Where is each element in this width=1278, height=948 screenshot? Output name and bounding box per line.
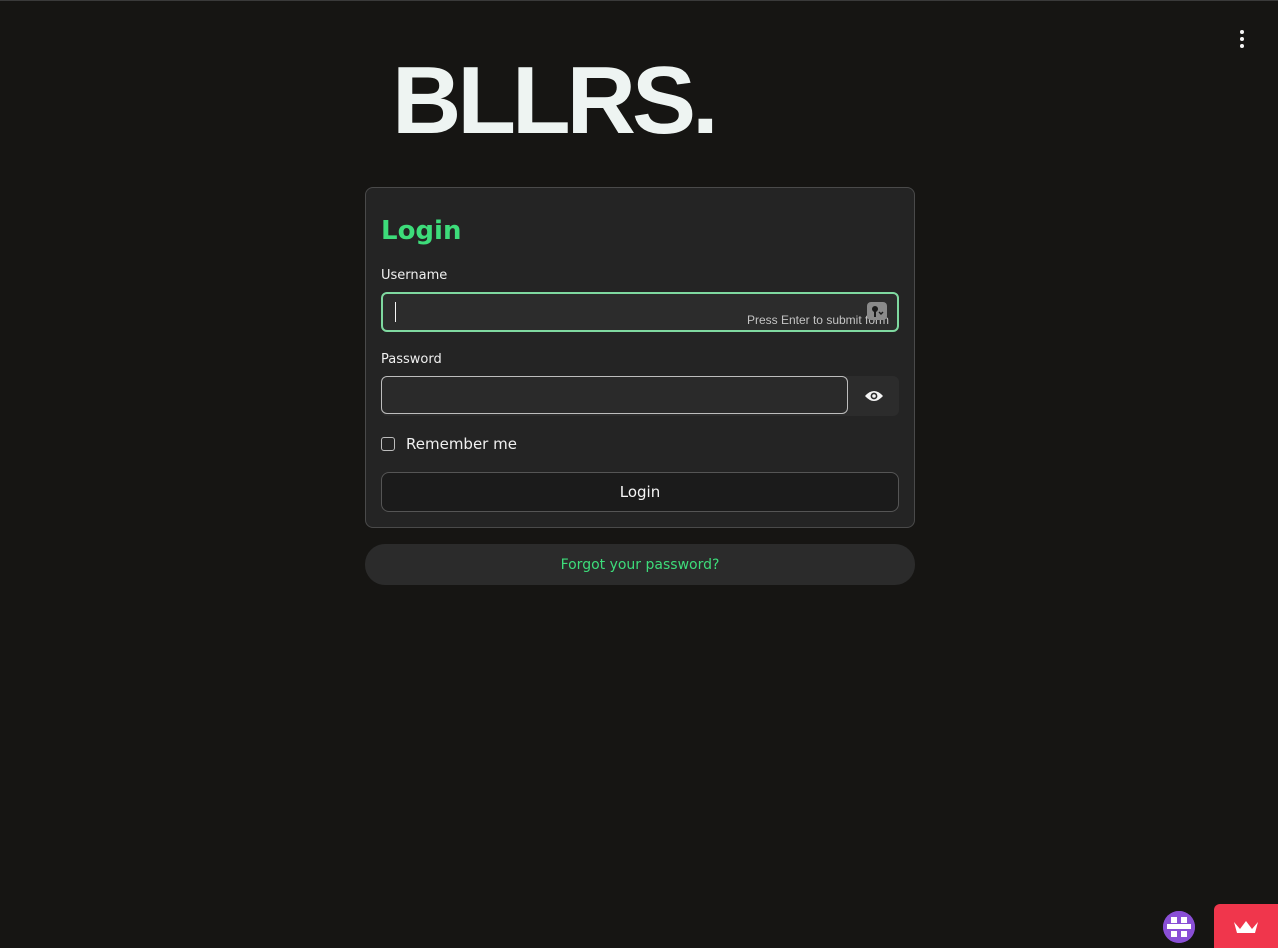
login-card: Login Username Press Enter to submit for…	[365, 187, 915, 528]
text-caret	[395, 302, 396, 322]
login-title: Login	[381, 216, 462, 246]
remember-me-checkbox[interactable]	[381, 437, 395, 451]
menu-dot	[1240, 30, 1244, 34]
password-row	[381, 376, 899, 416]
menu-dot	[1240, 44, 1244, 48]
forgot-password-button[interactable]: Forgot your password?	[365, 544, 915, 585]
remember-me-label: Remember me	[406, 435, 517, 453]
app-logo: BLLRS.	[392, 47, 719, 154]
username-input[interactable]: Press Enter to submit form	[381, 292, 899, 332]
password-input[interactable]	[381, 376, 848, 414]
login-button[interactable]: Login	[381, 472, 899, 512]
login-page: BLLRS. Login Username Press Enter to sub…	[0, 0, 1278, 948]
username-label: Username	[381, 268, 448, 283]
password-label: Password	[381, 352, 442, 367]
eye-icon[interactable]	[848, 376, 899, 416]
remember-me-toggle[interactable]: Remember me	[381, 435, 517, 453]
crown-icon[interactable]	[1214, 904, 1278, 948]
more-vertical-icon[interactable]	[1230, 27, 1254, 51]
key-icon[interactable]	[867, 302, 887, 320]
menu-dot	[1240, 37, 1244, 41]
avatar-icon[interactable]	[1163, 911, 1195, 943]
